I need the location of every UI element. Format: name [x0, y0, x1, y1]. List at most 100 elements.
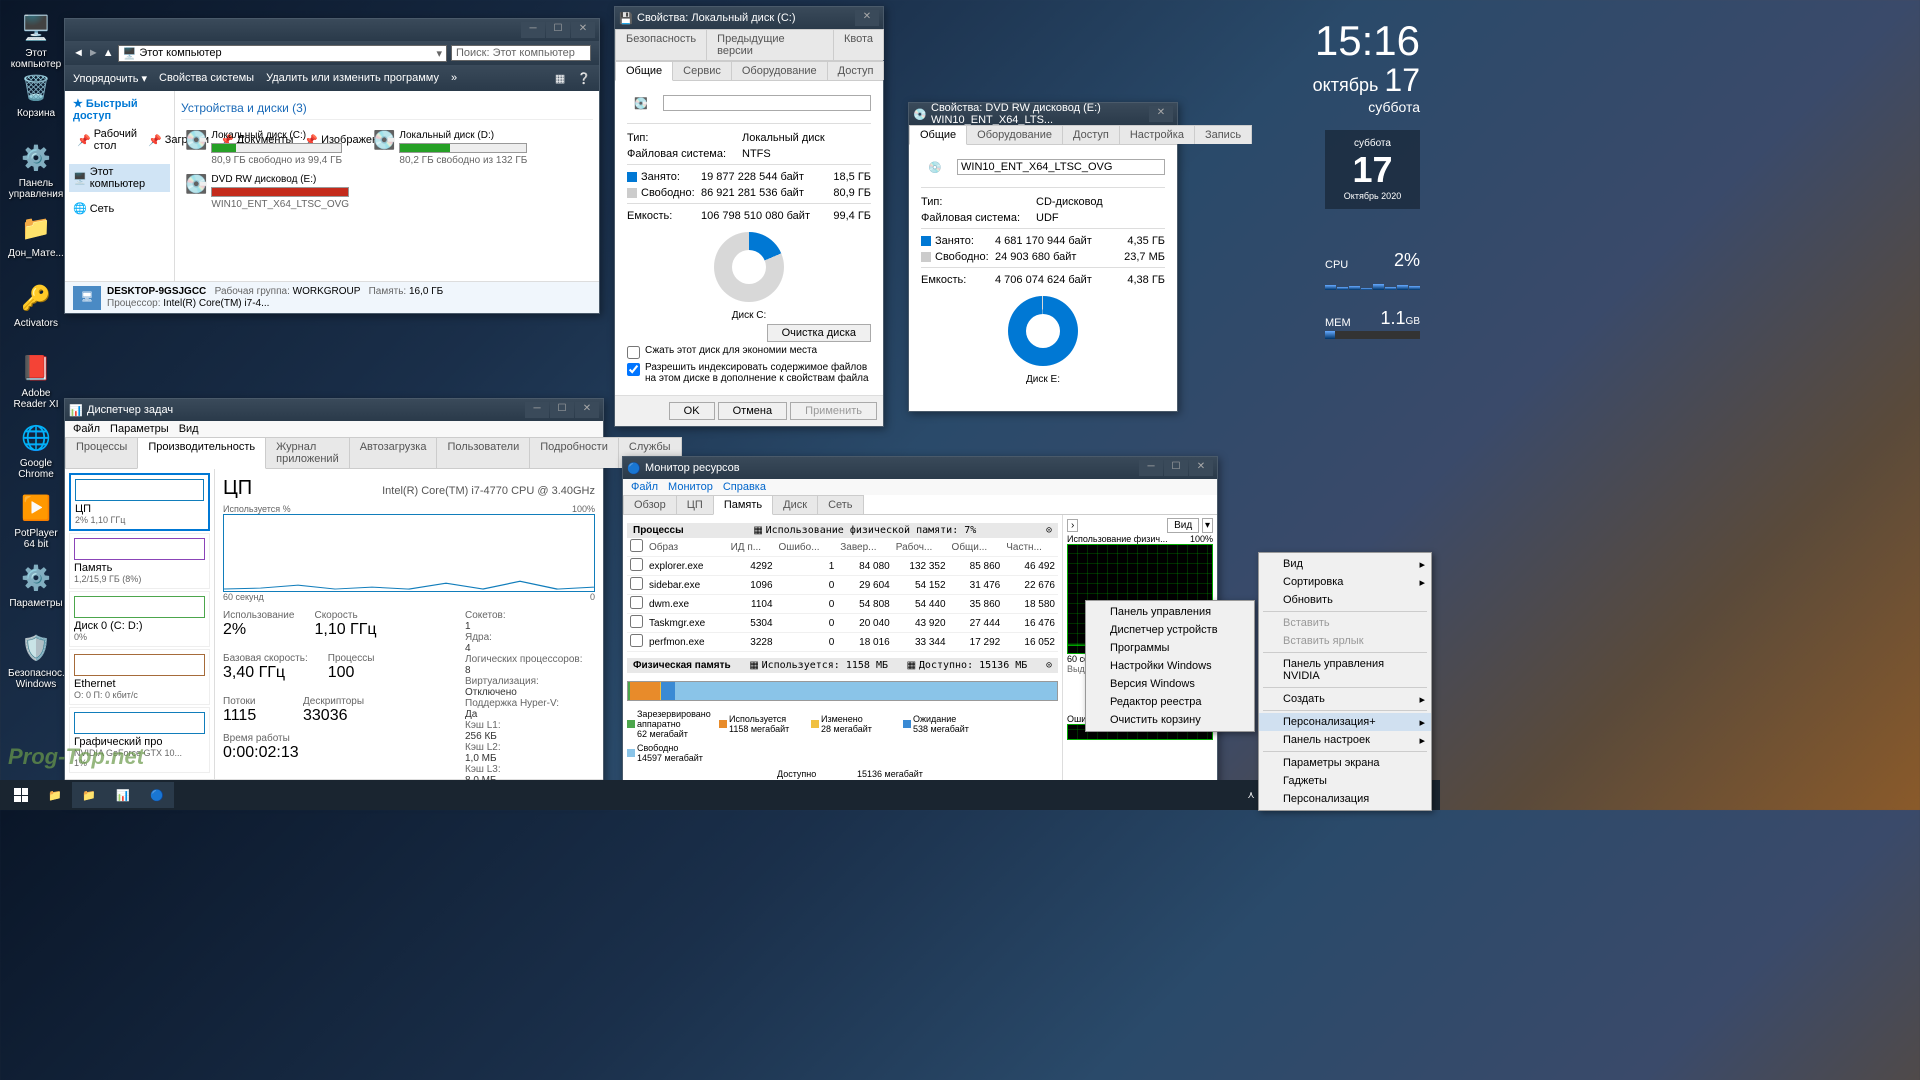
- context-item[interactable]: Обновить: [1259, 591, 1431, 609]
- desktop-icon[interactable]: ⚙️Параметры: [8, 560, 64, 609]
- tab[interactable]: Производительность: [137, 437, 266, 469]
- apply-button[interactable]: Применить: [790, 402, 877, 420]
- context-item[interactable]: Панель управления: [1086, 603, 1254, 621]
- index-checkbox[interactable]: [627, 363, 640, 376]
- menu-item[interactable]: Параметры: [110, 423, 169, 435]
- titlebar[interactable]: 🔵Монитор ресурсов─☐✕: [623, 457, 1217, 479]
- desktop-icon[interactable]: ⚙️Панель управления: [8, 140, 64, 200]
- sidebar-item[interactable]: 📌Рабочий стол: [73, 126, 141, 154]
- back-button[interactable]: ◄: [73, 47, 84, 59]
- tab[interactable]: Диск: [772, 495, 818, 514]
- context-item[interactable]: Настройки Windows: [1086, 657, 1254, 675]
- context-item[interactable]: Панель управления NVIDIA: [1259, 655, 1431, 685]
- search-input[interactable]: Поиск: Этот компьютер: [451, 45, 591, 61]
- max-button[interactable]: ☐: [550, 402, 574, 418]
- process-row[interactable]: dwm.exe1104054 80854 44035 86018 580: [627, 595, 1058, 614]
- min-button[interactable]: ─: [525, 402, 549, 418]
- context-item[interactable]: Вид: [1259, 555, 1431, 573]
- drive-item[interactable]: 💽Локальный диск (D:)80,2 ГБ свободно из …: [373, 130, 553, 166]
- sidebar-network[interactable]: 🌐Сеть: [69, 200, 170, 217]
- tab[interactable]: Обзор: [623, 495, 677, 514]
- desktop-icon[interactable]: 📁Дон_Мате...: [8, 210, 64, 259]
- max-button[interactable]: ☐: [546, 22, 570, 38]
- desktop-icon[interactable]: 🔑Activators: [8, 280, 64, 329]
- tab[interactable]: Сеть: [817, 495, 863, 514]
- compress-checkbox[interactable]: [627, 346, 640, 359]
- up-button[interactable]: ▲: [103, 47, 114, 59]
- close-button[interactable]: ✕: [575, 402, 599, 418]
- context-item[interactable]: Параметры экрана: [1259, 754, 1431, 772]
- menu-item[interactable]: Файл: [631, 481, 658, 493]
- processes-section[interactable]: Процессы▦ Использование физической памят…: [627, 523, 1058, 538]
- context-item[interactable]: Создать: [1259, 690, 1431, 708]
- process-row[interactable]: explorer.exe4292184 080132 35285 86046 4…: [627, 557, 1058, 576]
- close-button[interactable]: ✕: [1149, 106, 1173, 122]
- col-header[interactable]: Завер...: [837, 538, 892, 557]
- col-header[interactable]: Частн...: [1003, 538, 1058, 557]
- tab[interactable]: Оборудование: [966, 125, 1063, 144]
- expand-icon[interactable]: ›: [1067, 519, 1078, 532]
- menu-item[interactable]: Справка: [723, 481, 766, 493]
- min-button[interactable]: ─: [1139, 460, 1163, 476]
- tab[interactable]: Общие: [909, 125, 967, 145]
- view-icon[interactable]: ▦: [555, 72, 565, 85]
- menu-item[interactable]: Файл: [73, 423, 100, 435]
- help-icon[interactable]: ❔: [577, 72, 591, 85]
- menu-item[interactable]: Монитор: [668, 481, 713, 493]
- context-item[interactable]: Гаджеты: [1259, 772, 1431, 790]
- titlebar[interactable]: 💿Свойства: DVD RW дисковод (E:) WIN10_EN…: [909, 103, 1177, 125]
- titlebar[interactable]: ─☐✕: [65, 19, 599, 41]
- perf-card[interactable]: EthernetО: 0 П: 0 кбит/с: [69, 649, 210, 705]
- perf-card[interactable]: Память1,2/15,9 ГБ (8%): [69, 533, 210, 589]
- tray-up-icon[interactable]: ⋏: [1247, 790, 1254, 801]
- context-item[interactable]: Программы: [1086, 639, 1254, 657]
- desktop-icon[interactable]: 🖥️Этот компьютер: [8, 10, 64, 70]
- process-row[interactable]: sidebar.exe1096029 60454 15231 47622 676: [627, 576, 1058, 595]
- disk-name-input[interactable]: [957, 159, 1165, 175]
- close-button[interactable]: ✕: [855, 10, 879, 26]
- titlebar[interactable]: 📊Диспетчер задач─☐✕: [65, 399, 603, 421]
- tab[interactable]: Доступ: [1062, 125, 1120, 144]
- context-item[interactable]: Редактор реестра: [1086, 693, 1254, 711]
- col-header[interactable]: ИД п...: [728, 538, 776, 557]
- tab[interactable]: Журнал приложений: [265, 437, 350, 468]
- toolbar-item[interactable]: Упорядочить ▾: [73, 72, 147, 85]
- sidebar-this-pc[interactable]: 🖥️Этот компьютер: [69, 164, 170, 192]
- tab[interactable]: Пользователи: [436, 437, 530, 468]
- tab[interactable]: Квота: [833, 29, 884, 60]
- toolbar-item[interactable]: Свойства системы: [159, 72, 254, 84]
- drive-item[interactable]: 💽DVD RW дисковод (E:)WIN10_ENT_X64_LTSC_…: [185, 174, 365, 210]
- close-button[interactable]: ✕: [1189, 460, 1213, 476]
- tab[interactable]: Сервис: [672, 61, 732, 80]
- desktop-icon[interactable]: 🗑️Корзина: [8, 70, 64, 119]
- context-item[interactable]: Диспетчер устройств: [1086, 621, 1254, 639]
- context-item[interactable]: Персонализация+: [1259, 713, 1431, 731]
- process-row[interactable]: Taskmgr.exe5304020 04043 92027 44416 476: [627, 614, 1058, 633]
- quick-access[interactable]: ★ Быстрый доступ: [69, 95, 170, 124]
- col-header[interactable]: Общи...: [949, 538, 1004, 557]
- max-button[interactable]: ☐: [1164, 460, 1188, 476]
- process-row[interactable]: perfmon.exe3228018 01633 34417 29216 052: [627, 633, 1058, 652]
- taskbar-taskmgr[interactable]: 📊: [106, 782, 140, 808]
- context-item[interactable]: Версия Windows: [1086, 675, 1254, 693]
- tab[interactable]: Общие: [615, 61, 673, 81]
- tab[interactable]: Память: [713, 495, 773, 515]
- desktop-icon[interactable]: 🌐Google Chrome: [8, 420, 64, 480]
- disk-name-input[interactable]: [663, 95, 871, 111]
- address-bar[interactable]: 🖥️Этот компьютер▾: [118, 45, 447, 62]
- tab[interactable]: Запись: [1194, 125, 1252, 144]
- context-item[interactable]: Сортировка: [1259, 573, 1431, 591]
- select-all[interactable]: [630, 539, 643, 552]
- fwd-button[interactable]: ►: [88, 47, 99, 59]
- start-button[interactable]: [4, 782, 38, 808]
- tab[interactable]: Оборудование: [731, 61, 828, 80]
- taskbar-explorer-active[interactable]: 📁: [72, 782, 106, 808]
- col-header[interactable]: Ошибо...: [776, 538, 838, 557]
- min-button[interactable]: ─: [521, 22, 545, 38]
- view-dropdown[interactable]: Вид: [1167, 518, 1199, 533]
- context-item[interactable]: Панель настроек: [1259, 731, 1431, 749]
- cancel-button[interactable]: Отмена: [718, 402, 787, 420]
- taskbar-resmon[interactable]: 🔵: [140, 782, 174, 808]
- col-header[interactable]: Образ: [646, 538, 728, 557]
- context-item[interactable]: Персонализация: [1259, 790, 1431, 808]
